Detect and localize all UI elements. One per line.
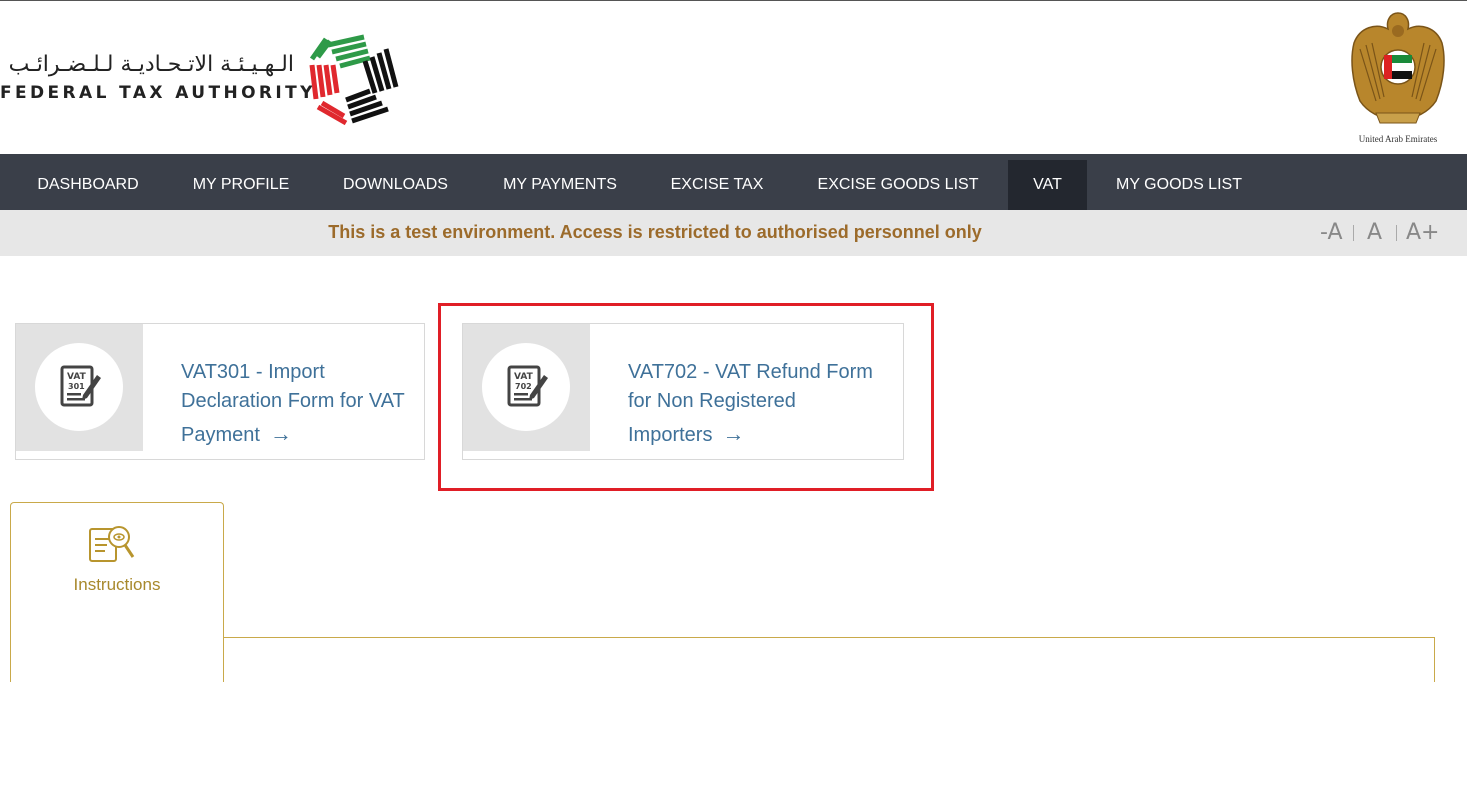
nav-item-my-goods-list[interactable]: MY GOODS LIST (1097, 160, 1261, 210)
svg-text:VAT: VAT (67, 372, 87, 382)
tab-panel-border (1434, 637, 1435, 682)
uae-falcon-emblem-icon (1351, 12, 1445, 124)
fta-logo-text[interactable]: الـهـيـئـة الاتـحـاديـة لـلـضـرائـب FEDE… (0, 51, 316, 105)
nav-item-my-profile[interactable]: MY PROFILE (172, 160, 310, 210)
uae-emblem: United Arab Emirates (1346, 9, 1450, 149)
highlight-box (438, 303, 934, 491)
card-title-line: Declaration Form for VAT (181, 390, 405, 412)
card-icon-background: VAT 301 (16, 324, 143, 451)
card-title-line: VAT301 - Import (181, 361, 325, 383)
tab-instructions[interactable]: Instructions (10, 502, 224, 682)
tab-panel-border (223, 637, 1435, 638)
card-title-line: Payment (181, 424, 260, 446)
fta-logo-mark-icon[interactable] (304, 29, 408, 129)
site-header: الـهـيـئـة الاتـحـاديـة لـلـضـرائـب FEDE… (0, 1, 1467, 154)
nav-item-my-payments[interactable]: MY PAYMENTS (482, 160, 638, 210)
tab-label: Instructions (73, 575, 161, 594)
nav-item-vat[interactable]: VAT (1008, 160, 1087, 210)
vat-form-icon: VAT 301 (60, 365, 101, 407)
font-control-divider (1396, 225, 1397, 241)
font-decrease-button[interactable]: -A (1320, 219, 1343, 247)
card-icon-circle: VAT 301 (35, 343, 123, 431)
arrow-right-icon: → (269, 421, 292, 446)
logo-arabic-text: الـهـيـئـة الاتـحـاديـة لـلـضـرائـب (8, 52, 294, 77)
instructions-icon (89, 526, 135, 562)
font-control-divider (1353, 225, 1354, 241)
notice-text: This is a test environment. Access is re… (328, 222, 982, 242)
card-title-vat301[interactable]: VAT301 - Import Declaration Form for VAT… (181, 358, 405, 450)
nav-item-excise-goods-list[interactable]: EXCISE GOODS LIST (798, 160, 998, 210)
card-title-line-with-arrow: Payment → (181, 419, 405, 450)
font-increase-button[interactable]: A+ (1406, 219, 1439, 247)
test-environment-notice: This is a test environment. Access is re… (0, 210, 1467, 256)
logo-english-text: FEDERAL TAX AUTHORITY (0, 83, 316, 103)
emblem-caption: United Arab Emirates (1358, 134, 1438, 144)
main-nav: DASHBOARD MY PROFILE DOWNLOADS MY PAYMEN… (0, 154, 1467, 210)
card-vat301[interactable]: VAT 301 VAT301 - Import Declaration Form… (15, 323, 425, 460)
nav-item-downloads[interactable]: DOWNLOADS (324, 160, 467, 210)
font-normal-button[interactable]: A (1367, 219, 1382, 247)
nav-item-dashboard[interactable]: DASHBOARD (18, 160, 158, 210)
nav-item-excise-tax[interactable]: EXCISE TAX (652, 160, 782, 210)
svg-text:301: 301 (68, 382, 85, 391)
